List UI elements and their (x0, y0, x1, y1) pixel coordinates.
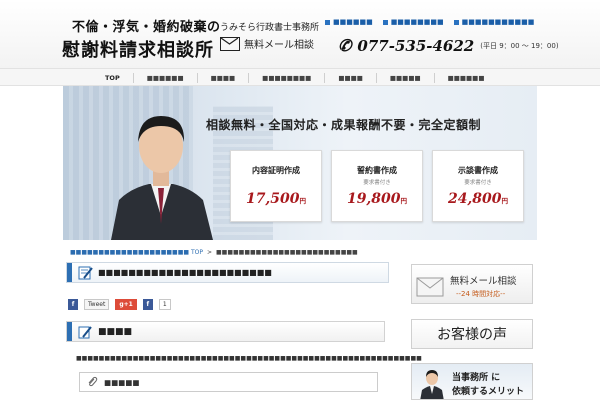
price-card-naiyo[interactable]: 内容証明作成 17,500円 (230, 150, 322, 222)
breadcrumb-current: ■■■■■■■■■■■■■■■■■■■■■■■■■ (216, 249, 358, 256)
card-yen: 円 (501, 197, 509, 205)
envelope-icon (416, 277, 444, 297)
sidebar-customer-voice-banner[interactable]: お客様の声 (411, 319, 533, 349)
mail-icon (220, 36, 240, 51)
section-heading: ■■■■ (66, 321, 385, 342)
top-link-2[interactable]: ■■■■■■■■ (382, 18, 444, 26)
mail-consult-label: 無料メール相談 (244, 40, 314, 51)
logo-subtitle[interactable]: 不倫・浮気・婚約破棄の (72, 16, 221, 35)
sidebar-merit-banner[interactable]: 当事務所 に 依頼するメリット (411, 363, 533, 400)
businessman-image (111, 116, 213, 240)
facebook-like-button[interactable]: f (142, 299, 153, 310)
nav-item-5[interactable]: ■■■■ (324, 73, 376, 83)
top-link-label: ■■■■■■■■■■■ (461, 18, 535, 26)
nav-item-top[interactable]: TOP (92, 73, 133, 83)
sidebar-mail-consult-banner[interactable]: 無料メール相談 --24 時間対応-- (411, 264, 533, 304)
price-card-seiyaku[interactable]: 誓約書作成 要求書付き 19,800円 (331, 150, 423, 222)
nav-item-6[interactable]: ■■■■■ (375, 73, 434, 83)
nav-item-2[interactable]: ■■■■■■ (132, 73, 197, 83)
title-accent-bar (67, 263, 72, 282)
pen-paper-icon (78, 325, 92, 338)
top-link-1[interactable]: ■■■■■■ (325, 18, 373, 26)
card-price-wrap: 17,500円 (231, 191, 321, 207)
hero-banner: 相談無料・全国対応・成果報酬不要・完全定額制 内容証明作成 17,500円 誓約… (63, 86, 537, 240)
nav-list: TOP ■■■■■■ ■■■■ ■■■■■■■■ ■■■■ ■■■■■ ■■■■… (92, 69, 497, 87)
paperclip-icon (88, 376, 98, 387)
page-title-box: ■■■■■■■■■■■■■■■■■■■■■■■ (66, 262, 389, 283)
site-header: 不倫・浮気・婚約破棄の 慰謝料請求相談所 うみそら行政書士事務所 無料メール相談… (0, 0, 600, 68)
nav-item-4[interactable]: ■■■■■■■■ (248, 73, 324, 83)
nav-item-3[interactable]: ■■■■ (196, 73, 249, 83)
gplus-button[interactable]: g+1 (115, 299, 137, 310)
breadcrumb-separator: > (206, 249, 212, 256)
card-sub: 要求書付き (363, 180, 391, 186)
page: 不倫・浮気・婚約破棄の 慰謝料請求相談所 うみそら行政書士事務所 無料メール相談… (0, 0, 600, 400)
top-links: ■■■■■■ ■■■■■■■■ ■■■■■■■■■■■ (325, 18, 534, 26)
attachment-label: ■■■■■ (104, 377, 140, 387)
card-yen: 円 (299, 197, 307, 205)
card-title: 内容証明作成 (252, 166, 300, 175)
card-title: 示談書作成 (458, 166, 498, 175)
card-price-wrap: 24,800円 (433, 191, 523, 207)
sidebar-merit-line1: 当事務所 に (452, 373, 501, 383)
section-accent-bar (67, 322, 72, 341)
card-price: 24,800 (447, 191, 502, 207)
body-text: ■■■■■■■■■■■■■■■■■■■■■■■■■■■■■■■■■■■■■■■■… (76, 355, 422, 362)
card-sub (231, 178, 321, 185)
price-card-jidan[interactable]: 示談書作成 要求書付き 24,800円 (432, 150, 524, 222)
top-link-3[interactable]: ■■■■■■■■■■■ (453, 18, 535, 26)
phone-icon: ✆ (338, 36, 352, 55)
sidebar-mail-title: 無料メール相談 (450, 276, 517, 287)
hero-tagline: 相談無料・全国対応・成果報酬不要・完全定額制 (206, 118, 482, 132)
section-title: ■■■■ (98, 326, 133, 337)
share-count: 1 (158, 299, 171, 310)
breadcrumb-home-link[interactable]: ■■■■■■■■■■■■■■■■■■■■■ TOP (70, 249, 203, 256)
square-bullet-icon (325, 19, 330, 25)
card-yen: 円 (400, 197, 408, 205)
attachment-box[interactable]: ■■■■■ (79, 372, 378, 392)
top-link-label: ■■■■■■ (333, 18, 373, 26)
sidebar-mail-sub: --24 時間対応-- (456, 290, 506, 298)
card-sub: 要求書付き (464, 180, 492, 186)
card-price: 17,500 (245, 191, 300, 207)
office-name: うみそら行政書士事務所 (220, 23, 320, 33)
sidebar-merit-line2: 依頼するメリット (452, 387, 525, 397)
phone-number[interactable]: 077-535-4622 (357, 37, 474, 55)
phone-block: ✆ 077-535-4622 (平日 9：00 〜 19：00) (338, 36, 559, 55)
card-price-wrap: 19,800円 (332, 191, 422, 207)
tweet-button[interactable]: Tweet (84, 299, 110, 310)
card-price: 19,800 (346, 191, 401, 207)
square-bullet-icon (453, 19, 459, 25)
top-link-label: ■■■■■■■■ (390, 18, 444, 26)
logo-title[interactable]: 慰謝料請求相談所 (62, 36, 214, 62)
pen-paper-icon (78, 266, 93, 280)
mail-consult-link[interactable]: 無料メール相談 (220, 36, 314, 51)
nav-item-7[interactable]: ■■■■■■ (433, 73, 498, 83)
businessman-image (420, 370, 444, 399)
social-buttons: f Tweet g+1 f 1 (68, 299, 171, 310)
breadcrumb: ■■■■■■■■■■■■■■■■■■■■■ TOP > ■■■■■■■■■■■■… (70, 249, 358, 256)
phone-hours: (平日 9：00 〜 19：00) (480, 41, 559, 50)
square-bullet-icon (382, 19, 388, 25)
card-title: 誓約書作成 (357, 166, 397, 175)
global-nav: TOP ■■■■■■ ■■■■ ■■■■■■■■ ■■■■ ■■■■■ ■■■■… (0, 68, 600, 86)
facebook-share-button[interactable]: f (68, 299, 78, 310)
page-title: ■■■■■■■■■■■■■■■■■■■■■■■ (98, 268, 272, 277)
price-cards: 内容証明作成 17,500円 誓約書作成 要求書付き 19,800円 示談書作成… (230, 150, 524, 222)
sidebar-voice-title: お客様の声 (437, 327, 507, 343)
